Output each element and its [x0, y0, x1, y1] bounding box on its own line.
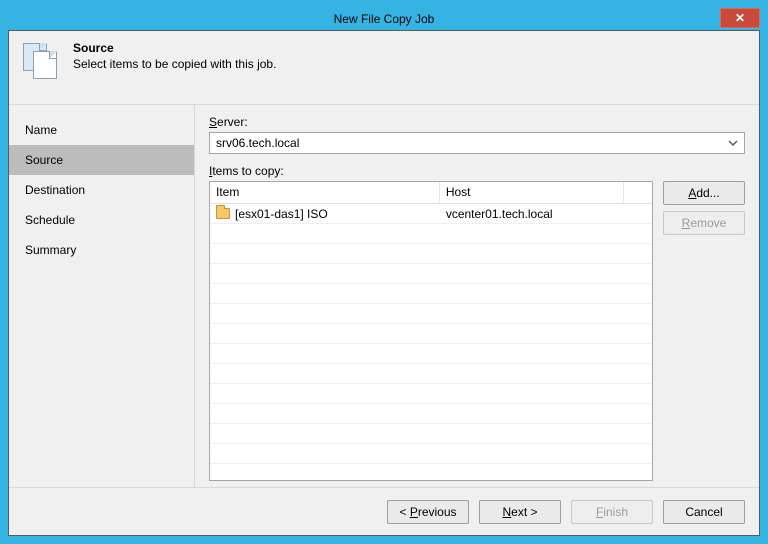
column-header-item[interactable]: Item	[210, 182, 440, 203]
next-button[interactable]: Next >	[479, 500, 561, 524]
header-text: Source Select items to be copied with th…	[73, 41, 276, 94]
previous-button[interactable]: < Previous	[387, 500, 469, 524]
nav-item-source[interactable]: Source	[9, 145, 194, 175]
window-frame: New File Copy Job ✕ Source Select items …	[0, 0, 768, 544]
items-side-buttons: Add... Remove	[663, 181, 745, 481]
nav-item-summary[interactable]: Summary	[9, 235, 194, 265]
row-host-text: vcenter01.tech.local	[440, 207, 652, 221]
chevron-down-icon	[728, 137, 738, 147]
items-grid: Item Host [esx01-das1] ISO	[209, 181, 653, 481]
folder-icon	[216, 208, 230, 219]
items-grid-header: Item Host	[210, 182, 652, 204]
row-item-text: [esx01-das1] ISO	[235, 207, 328, 221]
column-header-host[interactable]: Host	[440, 182, 624, 203]
close-button[interactable]: ✕	[720, 8, 760, 28]
finish-button[interactable]: Finish	[571, 500, 653, 524]
nav-item-schedule[interactable]: Schedule	[9, 205, 194, 235]
nav-item-name[interactable]: Name	[9, 115, 194, 145]
server-select-value: srv06.tech.local	[216, 136, 299, 150]
items-label: Items to copy:	[209, 164, 745, 178]
header-subtitle: Select items to be copied with this job.	[73, 57, 276, 71]
wizard-body: Name Source Destination Schedule Summary…	[9, 105, 759, 487]
remove-button[interactable]: Remove	[663, 211, 745, 235]
items-grid-body: [esx01-das1] ISO vcenter01.tech.local	[210, 204, 652, 480]
close-icon: ✕	[735, 11, 745, 25]
items-area: Item Host [esx01-das1] ISO	[209, 181, 745, 481]
table-row[interactable]: [esx01-das1] ISO vcenter01.tech.local	[210, 204, 652, 224]
column-header-spacer	[624, 182, 652, 203]
titlebar: New File Copy Job ✕	[8, 8, 760, 30]
wizard-content: Server: srv06.tech.local Items to copy:	[195, 105, 759, 487]
header-title: Source	[73, 41, 276, 55]
server-select[interactable]: srv06.tech.local	[209, 132, 745, 154]
wizard-nav: Name Source Destination Schedule Summary	[9, 105, 195, 487]
nav-item-destination[interactable]: Destination	[9, 175, 194, 205]
items-grid-wrap: Item Host [esx01-das1] ISO	[209, 181, 653, 481]
window-body: Source Select items to be copied with th…	[8, 30, 760, 536]
server-label: Server:	[209, 115, 745, 129]
copy-pages-icon	[23, 43, 61, 81]
cancel-button[interactable]: Cancel	[663, 500, 745, 524]
wizard-footer: < Previous Next > Finish Cancel	[9, 487, 759, 535]
wizard-header: Source Select items to be copied with th…	[9, 31, 759, 105]
window-title: New File Copy Job	[8, 12, 760, 26]
add-button[interactable]: Add...	[663, 181, 745, 205]
